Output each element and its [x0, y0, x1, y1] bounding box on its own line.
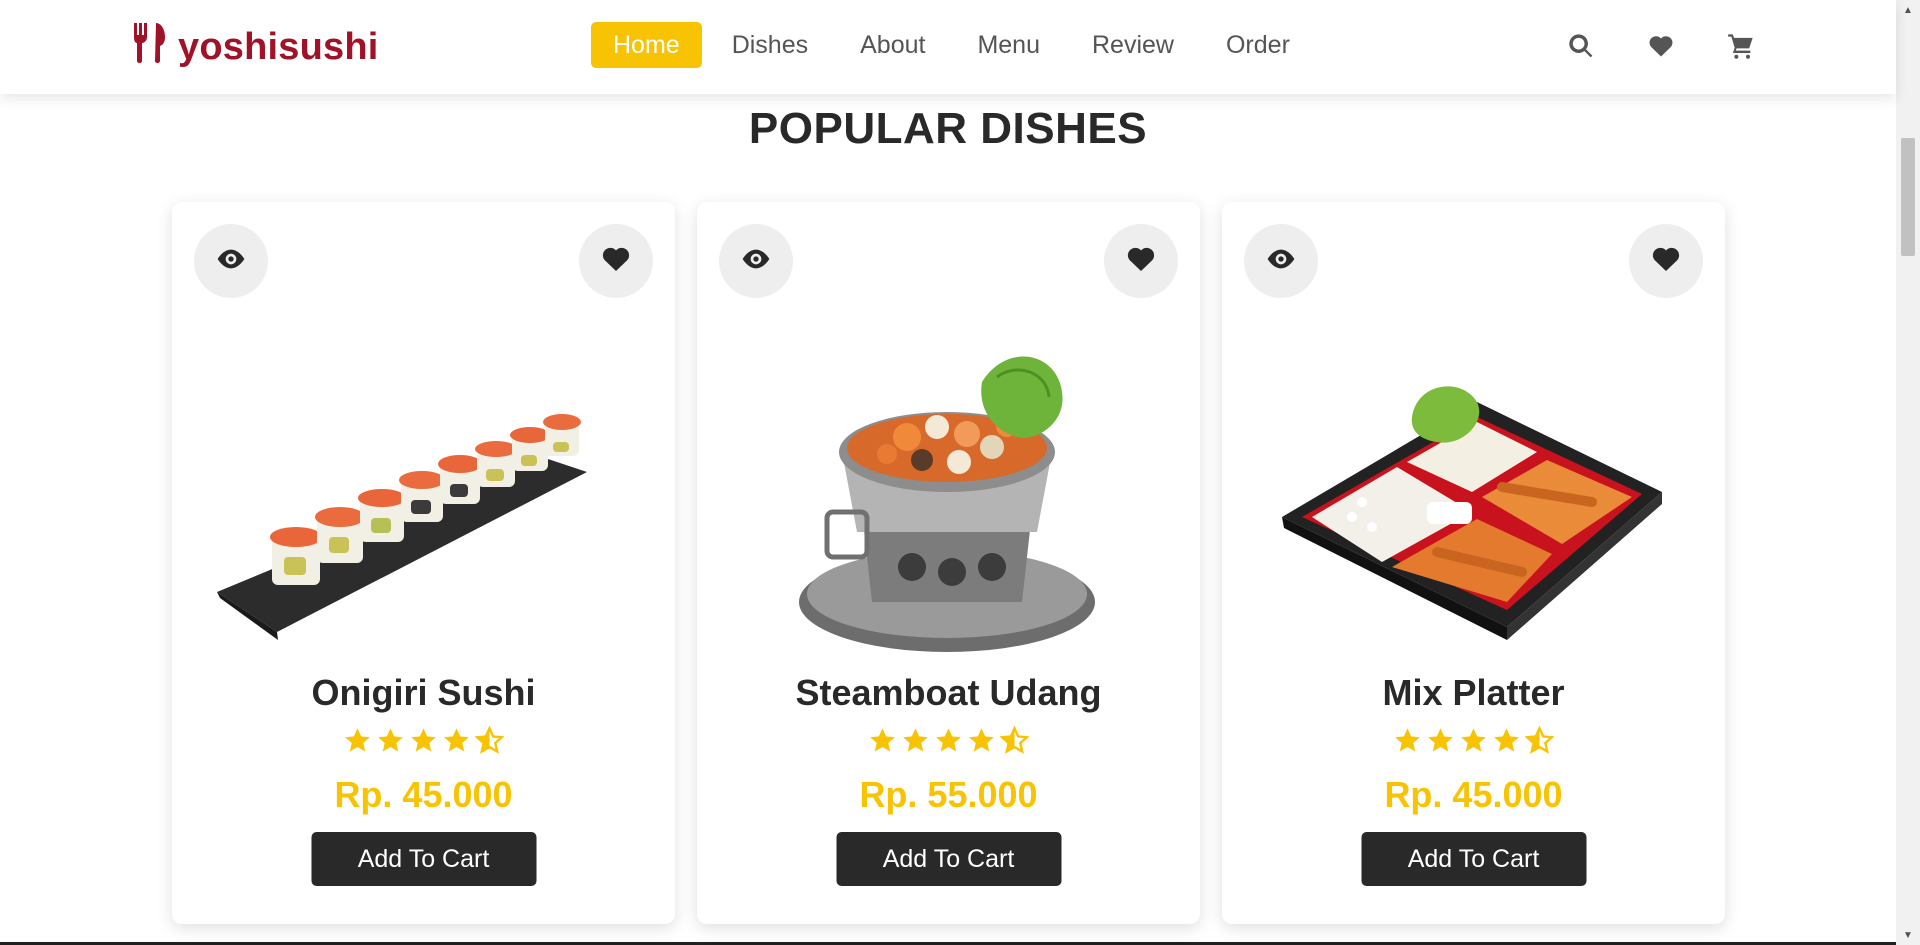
view-button[interactable]: [719, 224, 793, 298]
star-icon: [934, 726, 963, 760]
search-icon[interactable]: [1566, 31, 1596, 61]
nav-menu[interactable]: Menu: [955, 22, 1062, 68]
favorite-button[interactable]: [1104, 224, 1178, 298]
favorite-button[interactable]: [579, 224, 653, 298]
page-scrollbar[interactable]: ▲ ▼: [1896, 0, 1920, 945]
star-icon: [343, 726, 372, 760]
eye-icon: [1265, 243, 1297, 280]
star-half-icon: [474, 725, 505, 760]
star-icon: [901, 726, 930, 760]
star-icon: [967, 726, 996, 760]
rating-stars: [1222, 725, 1725, 760]
star-icon: [868, 726, 897, 760]
favorite-button[interactable]: [1629, 224, 1703, 298]
rating-stars: [172, 725, 675, 760]
brand-name: yoshisushi: [178, 25, 379, 68]
scroll-thumb[interactable]: [1901, 138, 1915, 256]
site-header: yoshisushi Home Dishes About Menu Review…: [0, 0, 1896, 94]
star-half-icon: [999, 725, 1030, 760]
dish-name: Steamboat Udang: [795, 672, 1102, 713]
heart-icon: [1125, 243, 1157, 280]
dish-price: Rp. 45.000: [334, 774, 513, 815]
dish-card: Mix Platter Rp. 45.000 Add To Cart: [1222, 202, 1725, 924]
scroll-up-icon[interactable]: ▲: [1896, 0, 1920, 20]
star-icon: [1459, 726, 1488, 760]
main-nav: Home Dishes About Menu Review Order: [591, 22, 1312, 68]
section-heading: POPULAR DISHES: [748, 104, 1148, 153]
star-icon: [442, 726, 471, 760]
star-half-icon: [1524, 725, 1555, 760]
star-icon: [1426, 726, 1455, 760]
view-button[interactable]: [194, 224, 268, 298]
header-icons: [1566, 24, 1756, 68]
utensils-icon: [132, 21, 168, 73]
star-icon: [376, 726, 405, 760]
nav-home[interactable]: Home: [591, 22, 702, 68]
dish-name: Mix Platter: [1382, 672, 1565, 713]
star-icon: [409, 726, 438, 760]
nav-order[interactable]: Order: [1204, 22, 1312, 68]
scroll-down-icon[interactable]: ▼: [1896, 925, 1920, 945]
nav-dishes[interactable]: Dishes: [710, 22, 830, 68]
dish-image-steamboat: [737, 322, 1160, 662]
star-icon: [1492, 726, 1521, 760]
dish-card: Steamboat Udang Rp. 55.000 Add To Cart: [697, 202, 1200, 924]
view-button[interactable]: [1244, 224, 1318, 298]
add-to-cart-button[interactable]: Add To Cart: [836, 832, 1061, 886]
rating-stars: [697, 725, 1200, 760]
cart-icon[interactable]: [1726, 31, 1756, 61]
eye-icon: [215, 243, 247, 280]
heart-icon[interactable]: [1646, 31, 1676, 61]
heart-icon: [600, 243, 632, 280]
dish-price: Rp. 45.000: [1384, 774, 1563, 815]
nav-review[interactable]: Review: [1070, 22, 1196, 68]
add-to-cart-button[interactable]: Add To Cart: [1361, 832, 1586, 886]
star-icon: [1393, 726, 1422, 760]
heart-icon: [1650, 243, 1682, 280]
brand-logo[interactable]: yoshisushi: [132, 22, 379, 72]
eye-icon: [740, 243, 772, 280]
dish-image-bento: [1262, 322, 1685, 662]
add-to-cart-button[interactable]: Add To Cart: [311, 832, 536, 886]
dish-card: Onigiri Sushi Rp. 45.000 Add To Cart: [172, 202, 675, 924]
nav-about[interactable]: About: [838, 22, 947, 68]
dish-cards: Onigiri Sushi Rp. 45.000 Add To Cart Ste…: [172, 202, 1725, 924]
dish-name: Onigiri Sushi: [311, 672, 536, 713]
dish-image-sushi: [212, 322, 635, 662]
dish-price: Rp. 55.000: [859, 774, 1038, 815]
